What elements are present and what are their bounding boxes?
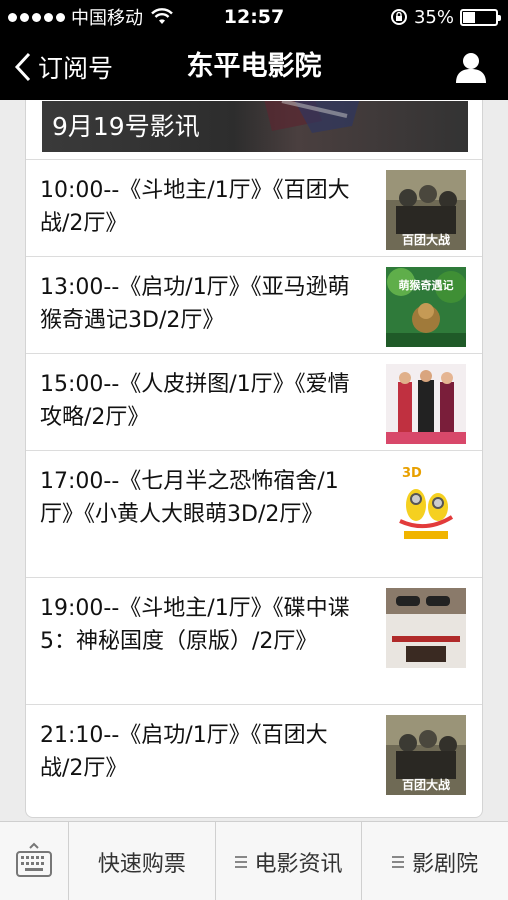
list-item[interactable]: 19:00--《斗地主/1厅》《碟中谍5：神秘国度（原版）/2厅》 <box>26 577 482 704</box>
date-banner: 9月19号影讯 <box>42 101 468 152</box>
showtime-text: 17:00--《七月半之恐怖宿舍/1厅》《小黄人大眼萌3D/2厅》 <box>40 469 339 527</box>
poster-meng-hou-qi-yu-ji: 萌猴奇遇记 <box>386 267 466 347</box>
menu-lines-icon <box>392 853 405 871</box>
page-title: 东平电影院 <box>186 51 322 82</box>
status-bar: 中国移动 12:57 35% <box>0 0 508 34</box>
keyboard-icon <box>16 842 52 877</box>
poster-bai-tuan-da-zhan: 百团大战 <box>386 715 466 795</box>
poster-ai-qing-gong-lve <box>386 364 466 444</box>
article-content[interactable]: 9月19号影讯 10:00--《斗地主/1厅》《百团大战/2厅》 百团大战 13… <box>0 100 508 821</box>
showtime-text: 21:10--《启功/1厅》《百团大战/2厅》 <box>40 723 328 781</box>
poster-title: 3D <box>402 466 422 481</box>
poster-title: 百团大战 <box>402 777 450 792</box>
list-item[interactable]: 15:00--《人皮拼图/1厅》《爱情攻略/2厅》 <box>26 353 482 450</box>
poster-bai-tuan-da-zhan: 百团大战 <box>386 170 466 250</box>
tab-label: 电影资讯 <box>254 851 343 877</box>
profile-icon[interactable] <box>454 50 488 84</box>
tab-theater[interactable]: 影剧院 <box>362 822 508 900</box>
poster-title: 萌猴奇遇记 <box>399 278 454 292</box>
showtime-text: 10:00--《斗地主/1厅》《百团大战/2厅》 <box>40 178 350 236</box>
banner-title: 9月19号影讯 <box>52 112 200 141</box>
list-item[interactable]: 13:00--《启功/1厅》《亚马逊萌猴奇遇记3D/2厅》 萌猴奇遇记 <box>26 256 482 353</box>
list-item[interactable]: 10:00--《斗地主/1厅》《百团大战/2厅》 百团大战 <box>26 159 482 256</box>
list-item[interactable]: 21:10--《启功/1厅》《百团大战/2厅》 百团大战 <box>26 704 482 801</box>
tab-quick-ticket[interactable]: 快速购票 <box>69 822 216 900</box>
tab-label: 影剧院 <box>412 851 479 877</box>
bottom-menu-bar: 快速购票 电影资讯 影剧院 <box>0 821 508 900</box>
schedule-card: 9月19号影讯 10:00--《斗地主/1厅》《百团大战/2厅》 百团大战 13… <box>25 100 483 818</box>
showtime-text: 19:00--《斗地主/1厅》《碟中谍5：神秘国度（原版）/2厅》 <box>40 596 350 654</box>
flag-decoration-icon <box>264 101 360 133</box>
poster-mission-impossible <box>386 588 466 668</box>
showtime-text: 15:00--《人皮拼图/1厅》《爱情攻略/2厅》 <box>40 372 350 430</box>
list-item[interactable]: 17:00--《七月半之恐怖宿舍/1厅》《小黄人大眼萌3D/2厅》 3D <box>26 450 482 577</box>
battery-percent: 35% <box>413 6 454 28</box>
tab-label: 快速购票 <box>97 851 186 877</box>
showtime-text: 13:00--《启功/1厅》《亚马逊萌猴奇遇记3D/2厅》 <box>40 275 350 333</box>
keyboard-toggle-button[interactable] <box>0 822 69 900</box>
rotation-lock-icon <box>390 9 407 25</box>
poster-title: 百团大战 <box>402 232 450 247</box>
nav-bar: 订阅号 东平电影院 <box>0 34 508 100</box>
schedule-list: 10:00--《斗地主/1厅》《百团大战/2厅》 百团大战 13:00--《启功… <box>26 159 482 801</box>
poster-minions: 3D <box>386 461 466 541</box>
menu-lines-icon <box>234 853 247 871</box>
tab-movie-news[interactable]: 电影资讯 <box>216 822 363 900</box>
battery-icon <box>460 8 501 26</box>
